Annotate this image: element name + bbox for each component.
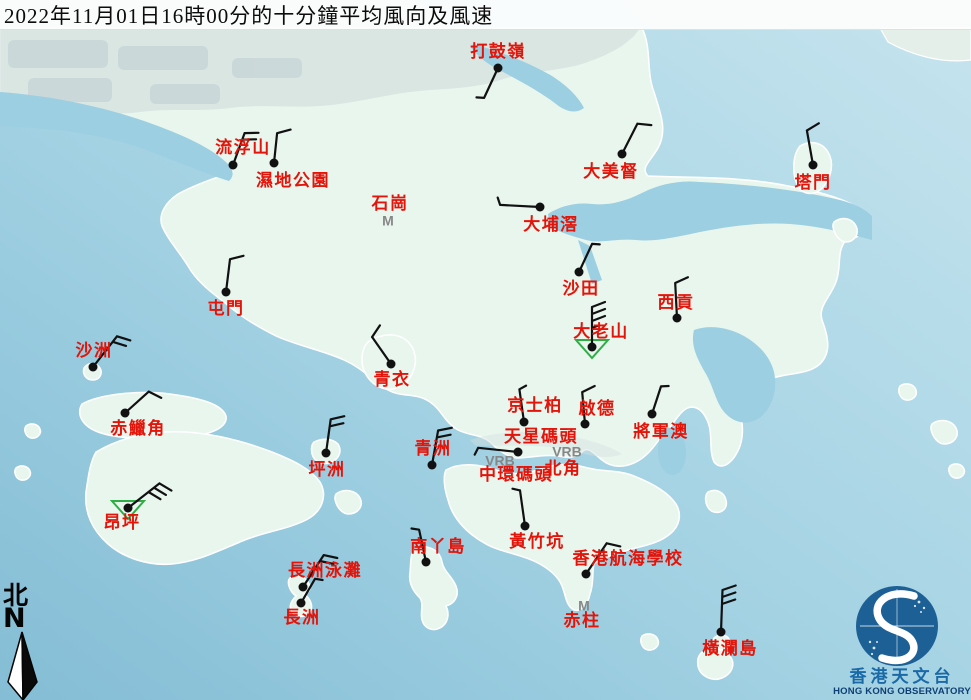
station-dot — [588, 343, 597, 352]
station-label: 大埔滘 — [523, 214, 579, 234]
station-label: 西貢 — [658, 293, 695, 312]
station-dot — [494, 64, 503, 73]
station-label: 石崗 — [371, 194, 409, 213]
station-label: 屯門 — [208, 298, 245, 318]
station-label: 香港航海學校 — [573, 548, 684, 568]
hko-name-chinese: 香港天文台 — [833, 668, 971, 686]
station-label: 赤柱 — [564, 610, 601, 630]
station-dot — [581, 420, 590, 429]
station-dot — [270, 159, 279, 168]
station-label: 南丫島 — [410, 536, 466, 556]
station-dot — [299, 583, 308, 592]
compass-north-letter: N — [3, 607, 47, 631]
title-bar: 2022年11月01日16時00分的十分鐘平均風向及風速 — [0, 0, 971, 30]
station-label: 打鼓嶺 — [470, 41, 526, 61]
hko-logo-icon — [856, 586, 938, 666]
map-title: 2022年11月01日16時00分的十分鐘平均風向及風速 — [0, 0, 493, 30]
hko-logo-text: 香港天文台 HONG KONG OBSERVATORY — [833, 668, 971, 698]
station-label: 昂坪 — [104, 513, 141, 532]
station-label: 沙洲 — [76, 341, 113, 360]
station-label: 赤鱲角 — [110, 418, 166, 438]
station-dot — [514, 448, 523, 457]
wind-map-screenshot: 打鼓嶺流浮山濕地公園 M石崗 大美督塔門大埔滘沙田屯門 西貢沙洲 大老山青衣赤鱲角 京士柏… — [0, 0, 971, 700]
station-label: 橫瀾島 — [702, 638, 758, 658]
station-dot — [673, 314, 682, 323]
station-dot — [89, 363, 98, 372]
station-dot — [521, 522, 530, 531]
station-dot — [124, 504, 133, 513]
station-label: 塔門 — [795, 172, 832, 192]
station-dot — [536, 203, 545, 212]
station-label: 濕地公園 — [256, 170, 330, 190]
station-dot — [582, 570, 591, 579]
station-label: 大美督 — [583, 161, 639, 181]
station-label: 將軍澳 — [633, 421, 689, 441]
station-label: 長洲 — [284, 608, 321, 627]
station-dot — [222, 288, 231, 297]
station-label: 黃竹坑 — [508, 531, 565, 551]
status-text: VRB — [552, 444, 582, 460]
station-label: 啟德 — [579, 398, 616, 418]
station-dot — [229, 161, 238, 170]
station-dot — [809, 161, 818, 170]
station-label: 沙田 — [563, 279, 600, 298]
station-dot — [520, 418, 529, 427]
station-label: 坪洲 — [309, 460, 346, 479]
station-dot — [422, 558, 431, 567]
station-dot — [322, 449, 331, 458]
station-dot — [387, 360, 396, 369]
station-label: 流浮山 — [215, 137, 271, 157]
status-text: M — [382, 213, 394, 229]
station-label: 長洲泳灘 — [288, 560, 362, 580]
station-label: 京士柏 — [507, 395, 563, 415]
hko-name-english: HONG KONG OBSERVATORY — [833, 686, 971, 698]
station-dot — [428, 461, 437, 470]
station-dot — [121, 409, 130, 418]
hong-kong-map: 打鼓嶺流浮山濕地公園 M石崗 大美督塔門大埔滘沙田屯門 西貢沙洲 大老山青衣赤鱲角 京士柏… — [0, 0, 971, 700]
station-label: 中環碼頭 — [479, 464, 553, 484]
station-dot — [717, 628, 726, 637]
station-label: 青衣 — [374, 369, 411, 389]
station-dot — [648, 410, 657, 419]
station-label: 大老山 — [573, 321, 629, 341]
station-label: 青洲 — [415, 438, 452, 458]
station-dot — [618, 150, 627, 159]
station-dot — [297, 599, 306, 608]
compass: 北 N — [3, 583, 47, 631]
station-label: 北角 — [545, 458, 582, 478]
station-dot — [575, 268, 584, 277]
